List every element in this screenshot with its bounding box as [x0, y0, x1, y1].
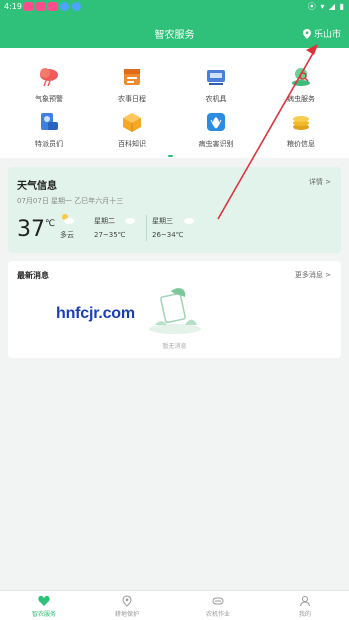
grid-item-agent[interactable]: 特派员们 [14, 111, 84, 149]
forecast-day-range: 27~35℃ [94, 231, 126, 239]
news-title: 最新消息 [17, 271, 49, 280]
news-card: 最新消息 更多消息 > 暂无消息 hnfcjr.com [8, 261, 341, 358]
weather-detail-link[interactable]: 详情 > [309, 177, 331, 187]
page-title: 智农服务 [154, 30, 195, 41]
function-grid: 气象预警 农事日程 农机具 病虫服务 特派员们 百科知识 病虫害识别 粮价信息 [0, 48, 349, 158]
grid-item-label: 气象预警 [35, 95, 63, 103]
agent-icon [41, 113, 58, 130]
status-bar: 4:19 ⦿ ▾ ◢ ▮ [0, 0, 349, 14]
cloud-icon [125, 218, 135, 224]
watermark: hnfcjr.com [56, 305, 135, 322]
location-pin-icon [302, 28, 311, 39]
forecast-day-range: 26~34℃ [152, 231, 184, 239]
partly-cloudy-icon [62, 214, 74, 224]
tab-label: 耕地保护 [114, 611, 139, 618]
forecast-day-name: 星期三 [152, 217, 173, 225]
weather-title: 天气信息 [17, 181, 57, 192]
page-indicator [168, 155, 173, 157]
location-selector[interactable]: 乐山市 [302, 27, 341, 40]
grid-item-label: 农事日程 [118, 95, 146, 103]
tab-farmland-protection[interactable]: 耕地保护 [97, 595, 157, 618]
user-icon [300, 596, 310, 607]
empty-state-text: 暂无消息 [162, 343, 187, 350]
status-time: 4:19 [4, 2, 22, 11]
forecast-day-name: 星期二 [94, 217, 115, 225]
grid-item-pest-recognition[interactable]: 病虫害识别 [181, 111, 251, 149]
pest-recognition-icon [207, 113, 225, 131]
temperature-value: 37 [17, 217, 45, 242]
encyclopedia-icon [123, 113, 141, 132]
system-status-icons: ⦿ ▾ ◢ ▮ [307, 2, 345, 11]
grid-item-pest-service[interactable]: 病虫服务 [266, 66, 336, 104]
grain-price-icon [293, 116, 309, 130]
location-label: 乐山市 [313, 30, 341, 40]
notification-icon [72, 2, 81, 11]
grid-item-machine[interactable]: 农机具 [181, 66, 251, 104]
grid-item-encyclopedia[interactable]: 百科知识 [97, 111, 167, 149]
heart-icon [38, 595, 50, 606]
app-header: 智农服务 乐山市 [0, 14, 349, 48]
grid-item-label: 百科知识 [118, 140, 146, 148]
tab-machinery-operation[interactable]: 农机作业 [188, 595, 248, 618]
grid-item-label: 农机具 [205, 95, 227, 103]
notification-icon [36, 2, 45, 11]
cloud-icon [184, 218, 194, 224]
tab-mine[interactable]: 我的 [275, 595, 335, 618]
grid-item-calendar[interactable]: 农事日程 [97, 66, 167, 104]
weather-card[interactable]: 天气信息 详情 > 07月07日 星期一 乙巳年六月十三 37℃ 多云 星期二 … [8, 167, 341, 253]
grid-item-grain-price[interactable]: 粮价信息 [266, 111, 336, 149]
more-news-link[interactable]: 更多消息 > [295, 270, 331, 280]
grid-item-label: 粮价信息 [287, 140, 315, 148]
grid-item-label: 病虫害识别 [198, 140, 234, 148]
bottom-tab-bar: 智农服务 耕地保护 农机作业 我的 [0, 590, 349, 620]
machine-icon [207, 70, 225, 85]
tab-label: 农机作业 [205, 611, 230, 618]
tab-label: 我的 [298, 611, 311, 618]
tab-label: 智农服务 [31, 611, 56, 618]
temperature-unit: ℃ [45, 219, 56, 229]
forecast-divider [146, 215, 147, 241]
pest-service-icon [292, 68, 310, 86]
notification-icon [24, 2, 33, 11]
location-pin-icon [122, 595, 132, 607]
notification-icon [60, 2, 69, 11]
grid-item-label: 病虫服务 [287, 95, 315, 103]
weather-condition: 多云 [60, 231, 74, 239]
empty-state-illustration [149, 288, 201, 334]
calendar-icon [124, 69, 140, 85]
weather-alert-icon [40, 68, 58, 87]
tab-smart-service[interactable]: 智农服务 [14, 595, 74, 618]
weather-date: 07月07日 星期一 乙巳年六月十三 [17, 197, 124, 205]
grid-item-weather-alert[interactable]: 气象预警 [14, 66, 84, 104]
machinery-icon [212, 597, 224, 605]
grid-item-label: 特派员们 [35, 140, 63, 148]
notification-icon [48, 2, 57, 11]
current-temperature: 37℃ [17, 217, 55, 242]
